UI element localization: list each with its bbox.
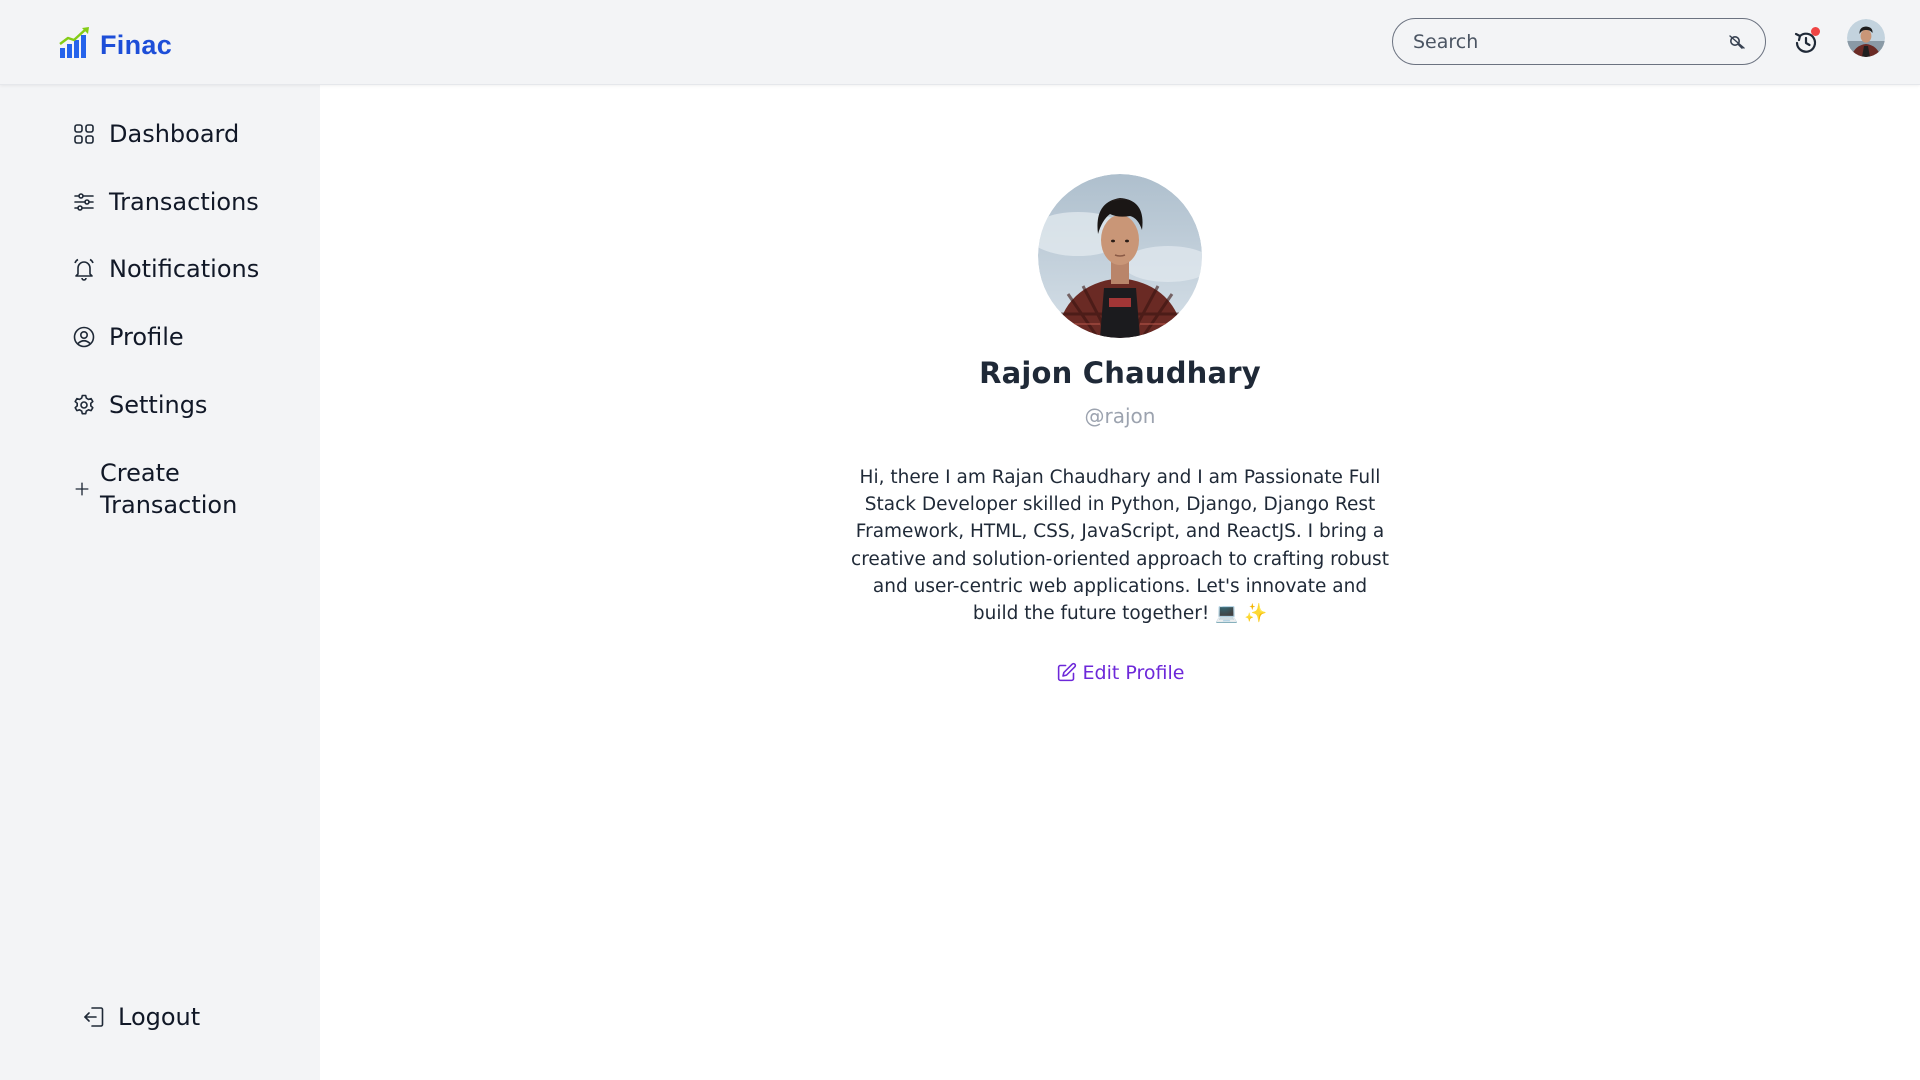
- edit-profile-link[interactable]: Edit Profile: [1056, 661, 1185, 684]
- sidebar-item-label: Create Transaction: [100, 459, 238, 519]
- user-avatar[interactable]: [1847, 19, 1885, 57]
- sidebar-item-label: Dashboard: [109, 120, 240, 148]
- sidebar-item-label: Settings: [109, 391, 208, 419]
- sidebar-item-create-transaction[interactable]: Create Transaction: [72, 457, 270, 521]
- brand-name: Finac: [100, 30, 173, 60]
- sliders-icon: [72, 190, 96, 214]
- notification-dot: [1811, 27, 1820, 36]
- sidebar-item-profile[interactable]: Profile: [72, 323, 184, 351]
- profile-card: Rajon Chaudhary @rajon Hi, there I am Ra…: [320, 85, 1920, 684]
- sidebar-item-transactions[interactable]: Transactions: [72, 188, 259, 216]
- plus-icon: [72, 479, 92, 499]
- profile-bio: Hi, there I am Rajan Chaudhary and I am …: [851, 467, 1389, 625]
- grid-icon: [72, 122, 96, 146]
- bar-chart-growth-icon: [58, 26, 92, 60]
- logout-icon: [82, 1005, 106, 1029]
- gear-icon: [72, 393, 96, 417]
- sidebar-item-settings[interactable]: Settings: [72, 391, 207, 419]
- edit-pencil-icon: [1056, 662, 1077, 683]
- sidebar-item-dashboard[interactable]: Dashboard: [72, 120, 239, 148]
- sidebar-item-label: Transactions: [109, 188, 259, 216]
- main-content: Rajon Chaudhary @rajon Hi, there I am Ra…: [320, 85, 1920, 1080]
- sidebar-item-label: Notifications: [109, 255, 260, 283]
- logout-button[interactable]: Logout: [82, 1003, 200, 1031]
- search-input[interactable]: [1411, 29, 1727, 54]
- top-navbar: Finac: [0, 0, 1920, 85]
- profile-avatar: [1038, 174, 1202, 338]
- sidebar: Dashboard Transactions Notifications Pro…: [0, 85, 320, 1080]
- search-icon[interactable]: [1727, 32, 1747, 52]
- history-button[interactable]: [1792, 27, 1822, 59]
- profile-username: @rajon: [1084, 404, 1156, 428]
- bell-icon: [72, 257, 96, 281]
- user-circle-icon: [72, 325, 96, 349]
- edit-profile-label: Edit Profile: [1082, 661, 1185, 684]
- sidebar-item-notifications[interactable]: Notifications: [72, 255, 259, 283]
- sidebar-item-label: Profile: [109, 323, 184, 351]
- logout-label: Logout: [118, 1003, 201, 1031]
- brand-logo-link[interactable]: Finac: [58, 24, 172, 61]
- search-box: [1392, 18, 1766, 65]
- profile-name: Rajon Chaudhary: [979, 356, 1261, 390]
